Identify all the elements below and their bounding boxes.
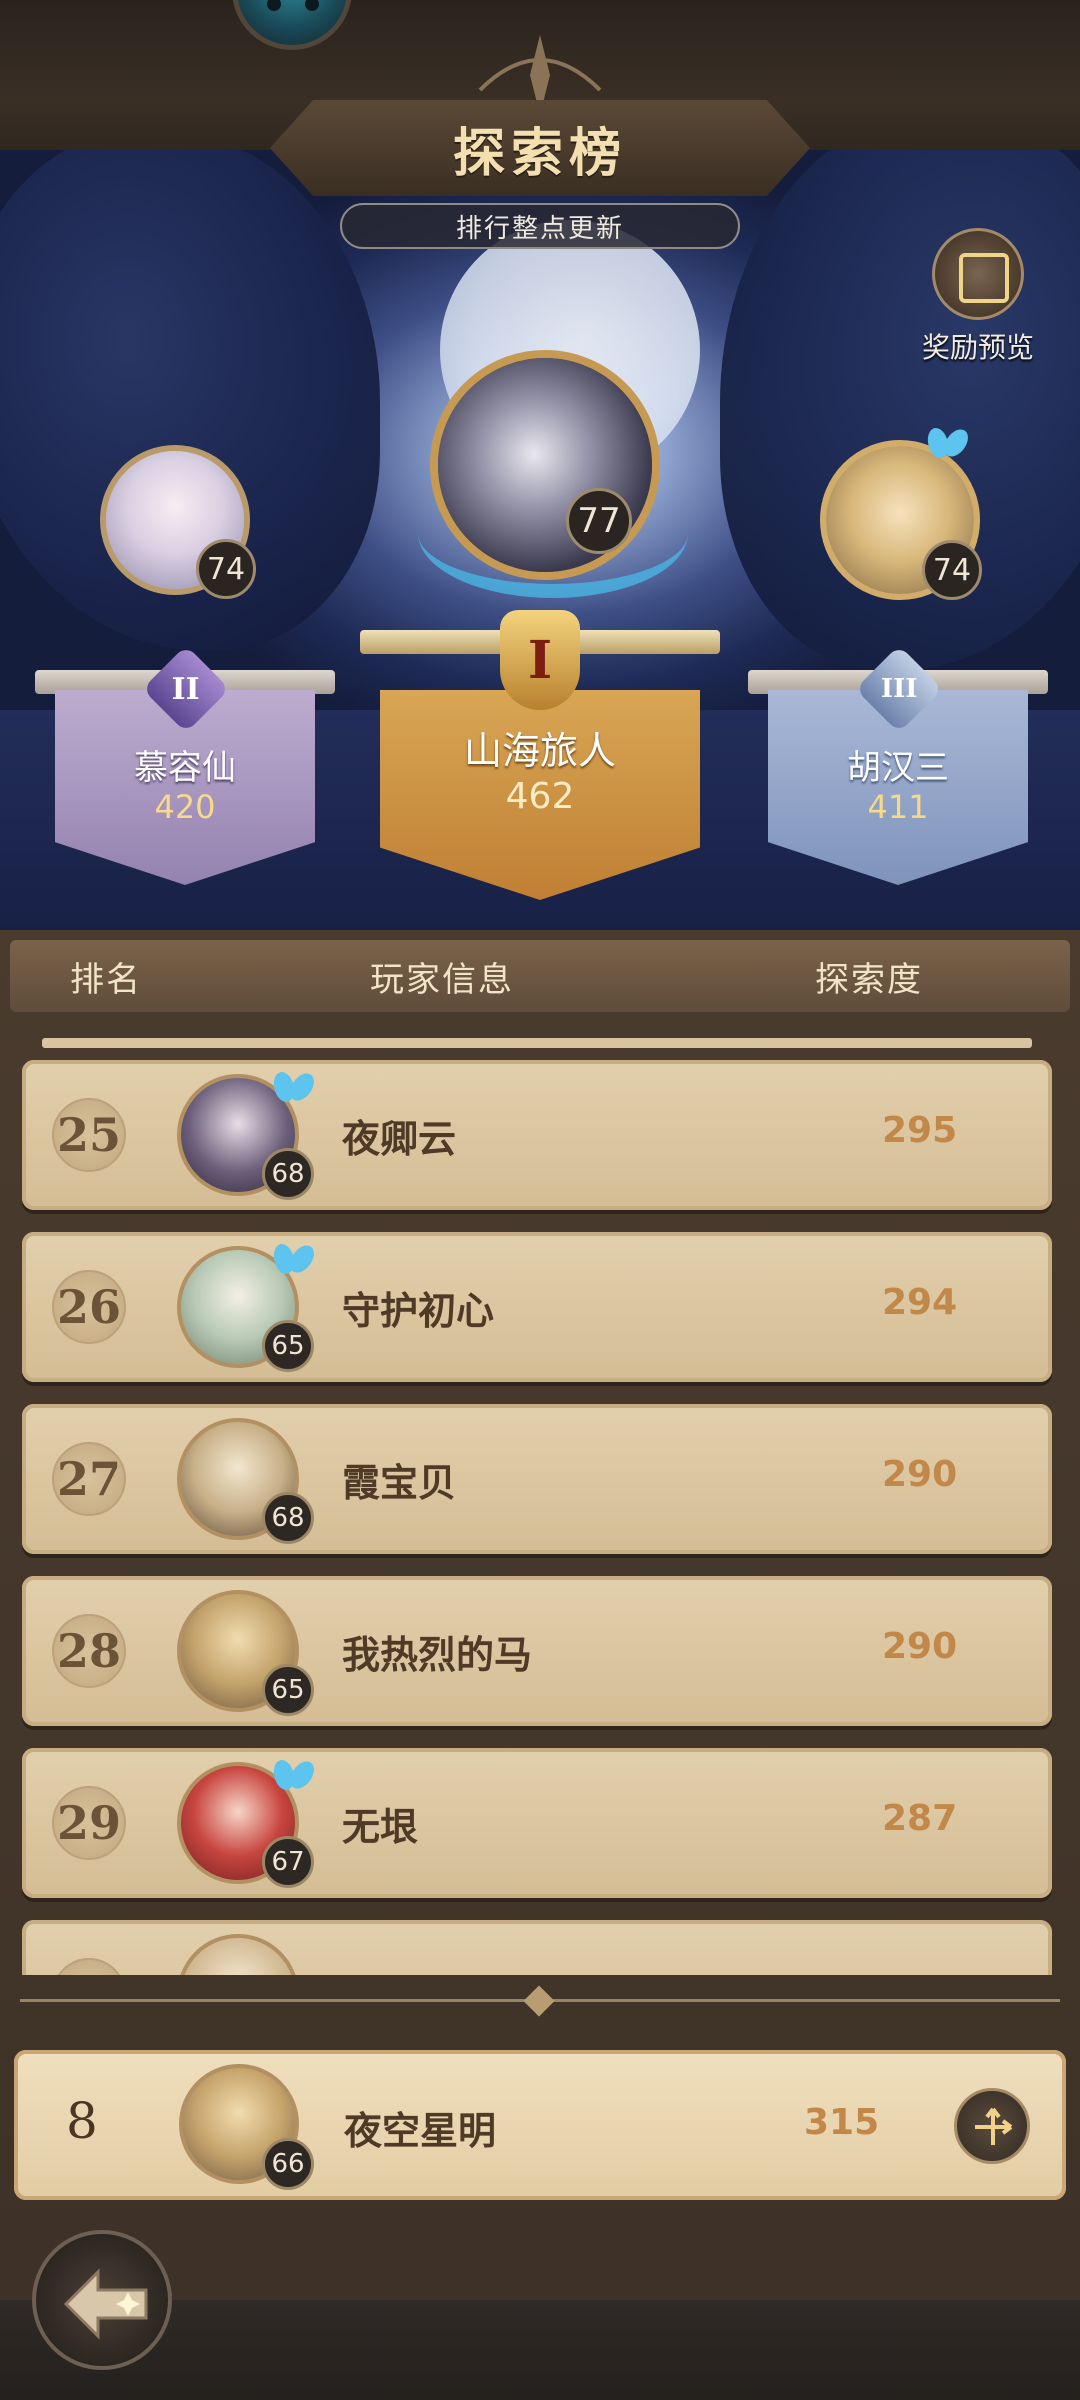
podium-third-avatar[interactable]: 74 [820, 440, 982, 600]
row-rank: 27 [52, 1442, 126, 1516]
table-row[interactable]: 29 67 无垠 287 [22, 1748, 1052, 1898]
rank-one-numeral: I [527, 629, 553, 691]
row-rank: 28 [52, 1614, 126, 1688]
podium-second-plaque: II 慕容仙 420 [35, 645, 335, 885]
row-rank: 29 [52, 1786, 126, 1860]
level-badge: 67 [262, 1836, 314, 1888]
back-button[interactable] [32, 2230, 172, 2370]
list-divider [0, 1985, 1080, 2015]
level-badge: 68 [262, 1492, 314, 1544]
locate-arrows-icon [975, 2107, 1013, 2145]
ranking-panel: 排名 玩家信息 探索度 25 68 夜卿云 295 26 65 守护初心 294… [0, 930, 1080, 2400]
level-badge: 74 [196, 539, 256, 599]
row-player-name: 霞宝贝 [342, 1461, 457, 1505]
row-rank: 26 [52, 1270, 126, 1344]
butterfly-icon [272, 1754, 316, 1798]
podium-third-name: 胡汉三 [847, 748, 949, 788]
podium-first-name: 山海旅人 [463, 729, 616, 773]
rank-two-numeral: II [171, 671, 201, 707]
row-player-name: 夜卿云 [342, 1117, 457, 1161]
level-badge: 65 [262, 1664, 314, 1716]
level-badge: 65 [262, 1320, 314, 1372]
level-badge: 68 [262, 1148, 314, 1200]
rank-one-badge: I [500, 610, 580, 710]
my-player-name: 夜空星明 [344, 2109, 497, 2153]
podium-first-score: 462 [505, 776, 575, 817]
row-player-name: 我热烈的马 [342, 1633, 533, 1677]
title-plaque: 探索榜 [270, 100, 810, 196]
reward-preview-label: 奖励预览 [921, 331, 1034, 364]
podium-first-plaque: I 山海旅人 462 [360, 610, 720, 900]
podium-third-plaque: III 胡汉三 411 [748, 645, 1048, 885]
table-row[interactable]: 26 65 守护初心 294 [22, 1232, 1052, 1382]
podium-second-avatar[interactable]: 74 [100, 445, 256, 599]
update-notice-text: 排行整点更新 [455, 213, 624, 244]
reward-chest-icon [932, 228, 1024, 320]
page-title: 探索榜 [452, 122, 627, 184]
back-arrow-icon [63, 2268, 148, 2340]
column-header-score: 探索度 [815, 959, 923, 1000]
row-player-name: 无垠 [342, 1805, 419, 1849]
butterfly-icon [272, 1238, 316, 1282]
row-rank: 25 [52, 1098, 126, 1172]
row-score: 295 [882, 1110, 958, 1151]
podium-third-score: 411 [867, 788, 929, 826]
reward-preview-button[interactable]: 奖励预览 [918, 228, 1038, 368]
podium-second-name: 慕容仙 [134, 748, 236, 788]
my-rank-row[interactable]: 8 66 夜空星明 315 [14, 2050, 1066, 2200]
ranking-list[interactable]: 25 68 夜卿云 295 26 65 守护初心 294 27 68 霞宝贝 2… [22, 1060, 1052, 1975]
row-score: 290 [882, 1626, 958, 1667]
table-row-partial[interactable] [22, 1920, 1052, 1975]
table-row[interactable]: 27 68 霞宝贝 290 [22, 1404, 1052, 1554]
my-score: 315 [804, 2102, 880, 2143]
level-badge: 77 [566, 488, 632, 554]
butterfly-icon [926, 422, 970, 466]
podium-first-avatar[interactable]: 77 [418, 350, 688, 598]
top-mascot-icon [232, 0, 352, 50]
row-score: 294 [882, 1282, 958, 1323]
update-notice: 排行整点更新 [340, 203, 740, 249]
avatar [177, 1934, 299, 1975]
level-badge: 66 [262, 2138, 314, 2190]
column-header-rank: 排名 [70, 959, 142, 1000]
row-score: 287 [882, 1798, 958, 1839]
podium-second-score: 420 [154, 788, 216, 826]
my-rank: 8 [66, 2092, 98, 2150]
row-rank [52, 1958, 126, 1975]
table-header: 排名 玩家信息 探索度 [10, 940, 1070, 1012]
level-badge: 74 [922, 540, 982, 600]
column-header-player: 玩家信息 [370, 959, 514, 1000]
divider [42, 1038, 1032, 1048]
table-row[interactable]: 25 68 夜卿云 295 [22, 1060, 1052, 1210]
row-player-name: 守护初心 [342, 1289, 495, 1333]
row-score: 290 [882, 1454, 958, 1495]
table-row[interactable]: 28 65 我热烈的马 290 [22, 1576, 1052, 1726]
locate-button[interactable] [954, 2088, 1030, 2164]
rank-three-numeral: III [880, 674, 918, 704]
butterfly-icon [272, 1066, 316, 1110]
